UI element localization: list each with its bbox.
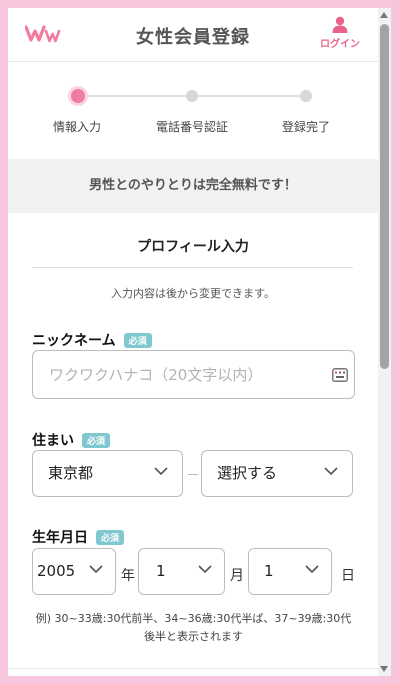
main-content: 女性会員登録 ログイン 情報入力 電話番号認証 登録完了 男性とのやりとりは完全… xyxy=(8,8,378,676)
birthdate-label: 生年月日 必須 xyxy=(32,527,125,547)
birth-year-select[interactable]: 2005 xyxy=(32,548,116,595)
required-badge: 必須 xyxy=(123,332,152,348)
birth-year-value: 2005 xyxy=(37,562,76,580)
step-dot-info xyxy=(71,89,85,103)
scrollbar[interactable] xyxy=(378,8,391,676)
residence-label-text: 住まい xyxy=(32,433,74,449)
year-unit: 年 xyxy=(121,568,135,584)
scroll-down-arrow-icon[interactable] xyxy=(380,666,388,672)
header: 女性会員登録 ログイン xyxy=(8,8,378,62)
day-unit: 日 xyxy=(341,568,355,584)
section-title: プロフィール入力 xyxy=(137,239,249,255)
chevron-down-icon xyxy=(89,565,103,574)
keyboard-icon[interactable] xyxy=(332,368,348,382)
step-dot-phone xyxy=(186,90,198,102)
step-dot-complete xyxy=(300,90,312,102)
prefecture-value: 東京都 xyxy=(48,464,94,482)
age-note-line1: 例) 30~33歳:30代前半、34~36歳:30代半ば、37~39歳:30代 xyxy=(35,612,352,625)
login-button[interactable]: ログイン xyxy=(318,16,362,50)
divider xyxy=(8,668,378,669)
month-unit: 月 xyxy=(230,568,244,584)
person-icon xyxy=(332,16,348,33)
nickname-label: ニックネーム 必須 xyxy=(32,330,152,350)
nickname-input[interactable] xyxy=(33,351,313,398)
birth-day-value: 1 xyxy=(264,562,274,580)
page-frame: 女性会員登録 ログイン 情報入力 電話番号認証 登録完了 男性とのやりとりは完全… xyxy=(8,8,391,676)
chevron-down-icon xyxy=(198,565,212,574)
divider xyxy=(32,267,353,268)
prefecture-select[interactable]: 東京都 xyxy=(32,450,183,497)
login-label: ログイン xyxy=(320,39,360,50)
step-label-complete: 登録完了 xyxy=(281,120,330,134)
nickname-field xyxy=(32,350,355,399)
city-value: 選択する xyxy=(217,464,278,482)
nickname-label-text: ニックネーム xyxy=(32,333,116,349)
age-note-line2: 後半と表示されます xyxy=(144,630,243,643)
free-banner: 男性とのやりとりは完全無料です！ xyxy=(8,159,378,213)
birthdate-label-text: 生年月日 xyxy=(32,530,88,546)
step-label-phone: 電話番号認証 xyxy=(155,120,228,134)
separator-dash xyxy=(188,474,198,475)
birth-month-select[interactable]: 1 xyxy=(138,548,225,595)
required-badge: 必須 xyxy=(96,529,125,545)
chevron-down-icon xyxy=(305,565,319,574)
birth-day-select[interactable]: 1 xyxy=(248,548,332,595)
step-label-info: 情報入力 xyxy=(52,120,101,134)
step-connector xyxy=(192,95,306,97)
birth-month-value: 1 xyxy=(156,562,166,580)
required-badge: 必須 xyxy=(82,432,111,448)
scrollbar-thumb[interactable] xyxy=(380,24,389,369)
chevron-down-icon xyxy=(154,467,168,476)
step-connector xyxy=(78,95,192,97)
age-display-note: 例) 30~33歳:30代前半、34~36歳:30代半ば、37~39歳:30代 … xyxy=(26,610,361,646)
residence-label: 住まい 必須 xyxy=(32,430,111,450)
progress-steps: 情報入力 電話番号認証 登録完了 xyxy=(8,62,378,159)
scroll-up-arrow-icon[interactable] xyxy=(380,12,388,18)
edit-note: 入力内容は後から変更できます。 xyxy=(111,287,275,300)
city-select[interactable]: 選択する xyxy=(201,450,353,497)
chevron-down-icon xyxy=(324,467,338,476)
